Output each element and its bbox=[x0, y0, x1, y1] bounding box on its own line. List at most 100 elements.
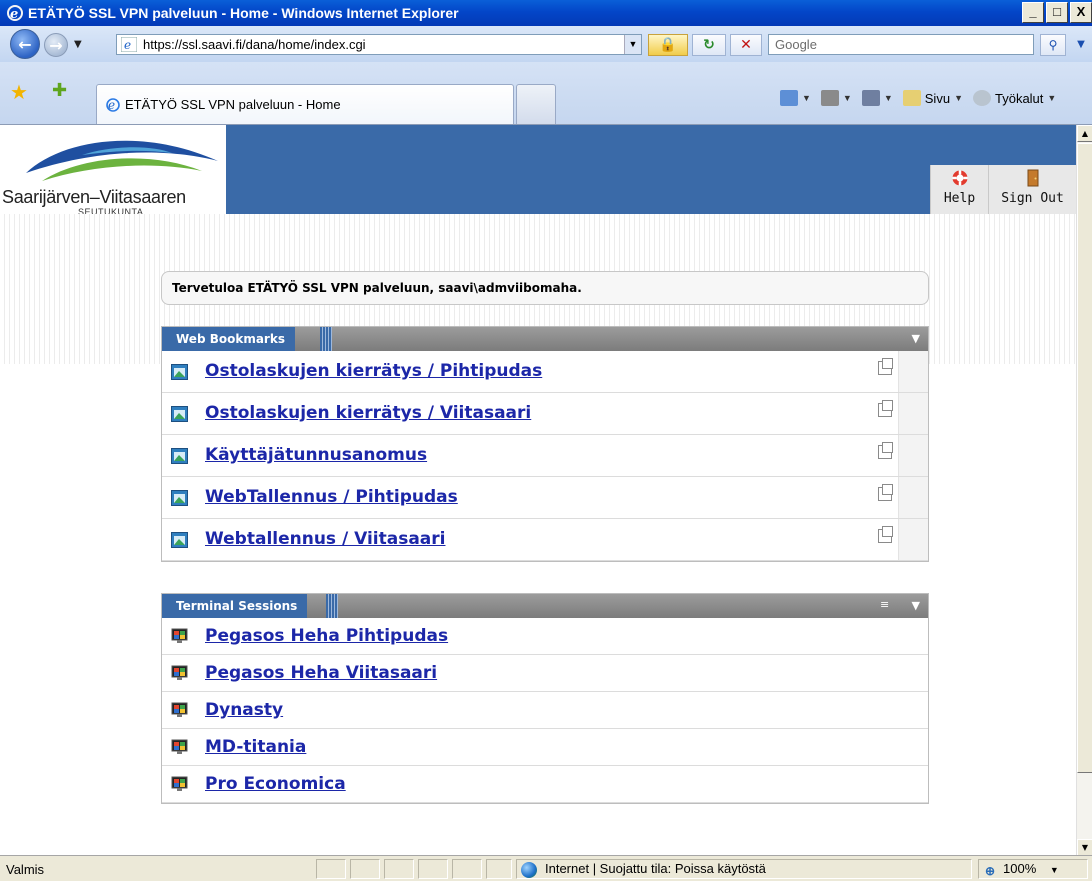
close-button[interactable]: X bbox=[1070, 2, 1092, 23]
print-icon[interactable] bbox=[861, 90, 880, 106]
svg-text:e: e bbox=[10, 7, 18, 22]
terminal-session-row: Pro Economica bbox=[162, 766, 928, 803]
bookmark-link[interactable]: Käyttäjätunnusanomus bbox=[205, 445, 427, 465]
web-bookmark-icon bbox=[171, 364, 188, 380]
web-bookmarks-menu-dropdown[interactable]: ▼ bbox=[912, 327, 920, 351]
status-pane bbox=[486, 859, 512, 879]
sign-out-label: Sign Out bbox=[1001, 191, 1064, 206]
list-view-icon[interactable]: ≡ bbox=[880, 598, 894, 612]
home-dropdown-icon[interactable]: ▼ bbox=[802, 93, 811, 103]
web-bookmark-icon bbox=[171, 490, 188, 506]
address-bar: ← → ▼ e https://ssl.saavi.fi/dana/home/i… bbox=[0, 26, 1092, 62]
ie-logo-icon: e bbox=[106, 98, 120, 112]
terminal-session-row: MD-titania bbox=[162, 729, 928, 766]
help-button[interactable]: Help bbox=[930, 165, 988, 214]
stop-button[interactable]: ✕ bbox=[730, 34, 762, 56]
terminal-session-row: Pegasos Heha Viitasaari bbox=[162, 655, 928, 692]
open-new-window-icon[interactable] bbox=[878, 526, 893, 543]
tools-dropdown-icon[interactable]: ▼ bbox=[1047, 93, 1056, 103]
terminal-session-link[interactable]: MD-titania bbox=[205, 737, 306, 757]
bookmark-row: WebTallennus / Pihtipudas bbox=[162, 477, 928, 519]
page-viewport: Saarijärven–Viitasaaren SEUTUKUNTA Help … bbox=[0, 124, 1092, 856]
terminal-sessions-title: Terminal Sessions bbox=[162, 594, 308, 618]
forward-button[interactable]: → bbox=[44, 33, 68, 57]
search-input[interactable]: Google bbox=[768, 34, 1034, 55]
lock-icon: 🔒 bbox=[659, 37, 677, 53]
terminal-session-link[interactable]: Pegasos Heha Viitasaari bbox=[205, 663, 437, 683]
security-zone[interactable]: Internet | Suojattu tila: Poissa käytöst… bbox=[516, 859, 972, 879]
terminal-session-link[interactable]: Dynasty bbox=[205, 700, 283, 720]
row-side-cell bbox=[898, 393, 928, 434]
sign-out-button[interactable]: Sign Out bbox=[988, 165, 1076, 214]
bookmark-row: Ostolaskujen kierrätys / Viitasaari bbox=[162, 393, 928, 435]
open-new-window-icon[interactable] bbox=[878, 358, 893, 375]
title-bar: e ETÄTYÖ SSL VPN palveluun - Home - Wind… bbox=[0, 0, 1092, 26]
terminal-session-row: Dynasty bbox=[162, 692, 928, 729]
svg-text:e: e bbox=[108, 98, 115, 112]
minimize-button[interactable]: _ bbox=[1022, 2, 1044, 23]
scroll-thumb[interactable] bbox=[1077, 143, 1092, 773]
back-arrow-icon: ← bbox=[18, 34, 32, 54]
window-controls: _ □ X bbox=[1022, 2, 1092, 23]
url-dropdown-button[interactable]: ▼ bbox=[624, 35, 641, 54]
panel-grip bbox=[320, 327, 332, 351]
maximize-button[interactable]: □ bbox=[1046, 2, 1068, 23]
terminal-session-link[interactable]: Pro Economica bbox=[205, 774, 346, 794]
feeds-icon[interactable] bbox=[820, 90, 839, 106]
search-options-dropdown[interactable]: ▼ bbox=[1070, 34, 1092, 56]
zoom-dropdown-icon[interactable]: ▼ bbox=[1050, 865, 1059, 875]
terminal-session-row: Pegasos Heha Pihtipudas bbox=[162, 618, 928, 655]
terminal-sessions-panel: Terminal Sessions ≡ ▼ Pegasos Heha Pihti… bbox=[161, 593, 929, 804]
feeds-dropdown-icon[interactable]: ▼ bbox=[843, 93, 852, 103]
vpn-home-page: Saarijärven–Viitasaaren SEUTUKUNTA Help … bbox=[0, 125, 1076, 856]
status-bar: Valmis Internet | Suojattu tila: Poissa … bbox=[0, 855, 1092, 881]
forward-arrow-icon: → bbox=[49, 35, 63, 55]
new-tab-button[interactable] bbox=[516, 84, 556, 124]
vertical-scrollbar[interactable]: ▲ ▼ bbox=[1076, 125, 1092, 856]
page-dropdown-icon[interactable]: ▼ bbox=[954, 93, 963, 103]
row-side-cell bbox=[898, 477, 928, 518]
tab-label: ETÄTYÖ SSL VPN palveluun - Home bbox=[125, 97, 341, 112]
row-side-cell bbox=[898, 351, 928, 392]
scroll-up-button[interactable]: ▲ bbox=[1077, 125, 1092, 142]
search-icon: ⚲ bbox=[1048, 38, 1058, 52]
security-lock-button[interactable]: 🔒 bbox=[648, 34, 688, 56]
status-pane bbox=[350, 859, 380, 879]
zone-text: Internet | Suojattu tila: Poissa käytöst… bbox=[545, 861, 766, 876]
internet-globe-icon bbox=[521, 862, 537, 878]
open-new-window-icon[interactable] bbox=[878, 442, 893, 459]
print-dropdown-icon[interactable]: ▼ bbox=[884, 93, 893, 103]
back-button[interactable]: ← bbox=[10, 29, 40, 59]
browser-window: e ETÄTYÖ SSL VPN palveluun - Home - Wind… bbox=[0, 0, 1092, 881]
terminal-sessions-menu-dropdown[interactable]: ▼ bbox=[912, 594, 920, 618]
terminal-session-icon bbox=[171, 776, 188, 791]
lifebuoy-icon bbox=[952, 170, 967, 186]
bookmark-link[interactable]: Webtallennus / Viitasaari bbox=[205, 529, 445, 549]
page-menu[interactable]: Sivu bbox=[925, 91, 950, 106]
logo-name: Saarijärven–Viitasaaren bbox=[2, 187, 186, 207]
favorites-star-icon[interactable]: ★ bbox=[10, 80, 28, 104]
refresh-button[interactable]: ↻ bbox=[692, 34, 726, 56]
add-favorite-icon[interactable]: ✚ bbox=[52, 80, 67, 101]
bookmark-link[interactable]: Ostolaskujen kierrätys / Pihtipudas bbox=[205, 361, 542, 381]
web-bookmark-icon bbox=[171, 448, 188, 464]
refresh-icon: ↻ bbox=[703, 37, 715, 53]
url-field[interactable]: e https://ssl.saavi.fi/dana/home/index.c… bbox=[116, 34, 642, 55]
recent-pages-dropdown[interactable]: ▼ bbox=[74, 39, 82, 50]
terminal-session-link[interactable]: Pegasos Heha Pihtipudas bbox=[205, 626, 448, 646]
open-new-window-icon[interactable] bbox=[878, 400, 893, 417]
tab-home[interactable]: e ETÄTYÖ SSL VPN palveluun - Home bbox=[96, 84, 514, 124]
bookmark-link[interactable]: WebTallennus / Pihtipudas bbox=[205, 487, 458, 507]
terminal-session-icon bbox=[171, 665, 188, 680]
logo-swoosh-icon bbox=[26, 140, 218, 181]
page-header: Saarijärven–Viitasaaren SEUTUKUNTA Help … bbox=[0, 125, 1076, 217]
home-icon[interactable] bbox=[780, 90, 798, 106]
zoom-control[interactable]: ⊕ 100% ▼ bbox=[978, 859, 1088, 879]
help-label: Help bbox=[943, 191, 976, 206]
search-button[interactable]: ⚲ bbox=[1040, 34, 1066, 56]
terminal-session-icon bbox=[171, 739, 188, 754]
bookmark-link[interactable]: Ostolaskujen kierrätys / Viitasaari bbox=[205, 403, 531, 423]
scroll-down-button[interactable]: ▼ bbox=[1077, 839, 1092, 856]
open-new-window-icon[interactable] bbox=[878, 484, 893, 501]
tools-menu[interactable]: Työkalut bbox=[995, 91, 1043, 106]
